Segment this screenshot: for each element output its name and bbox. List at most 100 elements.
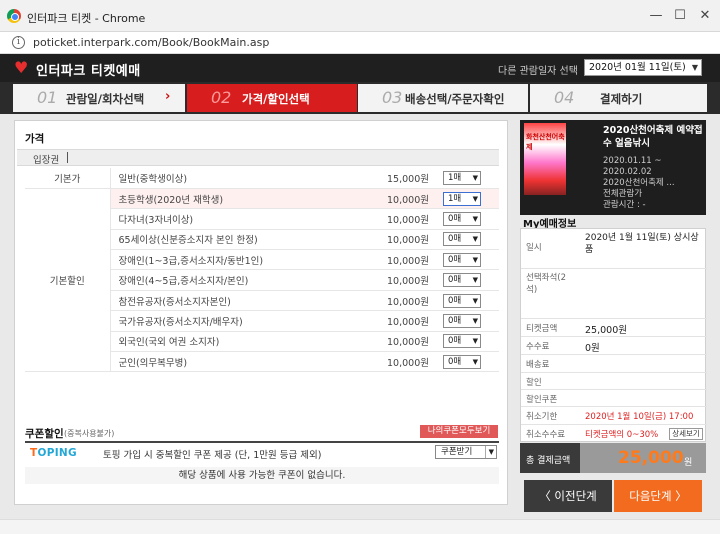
poster-text: 화천산천어축제 bbox=[526, 133, 565, 151]
maximize-button[interactable]: ☐ bbox=[668, 6, 692, 26]
step-number: 03 bbox=[382, 88, 403, 107]
cancel-fee-value: 티켓금액의 0~30% bbox=[585, 430, 659, 440]
quantity-value: 0매 bbox=[448, 336, 462, 347]
delivery-label: 배송료 bbox=[526, 360, 550, 370]
coupon-box: TOPING 토핑 가입 시 중복할인 쿠폰 제공 (단, 1만원 등급 제외)… bbox=[25, 441, 499, 484]
ticket-price: 10,000원 bbox=[337, 351, 443, 373]
ticket-type-tabbar: 입장권 bbox=[17, 149, 499, 166]
table-row: 기본할인 초등학생(2020년 재학생) 10,000원 1매 ▼ bbox=[25, 188, 499, 373]
booking-steps: 01 관람일/회차선택 › 02 가격/할인선택 03 배송선택/주문자확인 0… bbox=[0, 82, 720, 114]
ticket-price: 15,000원 bbox=[337, 168, 443, 189]
show-runtime: 관람시간 : - bbox=[603, 200, 646, 210]
step-label: 결제하기 bbox=[600, 92, 643, 106]
ticket-price: 10,000원 bbox=[337, 269, 443, 291]
cancel-fee-detail-button[interactable]: 상세보기 bbox=[669, 428, 703, 440]
coupon-title: 쿠폰할인 bbox=[25, 428, 64, 440]
quantity-select[interactable]: 0매 ▼ bbox=[443, 293, 481, 308]
quantity-value: 1매 bbox=[448, 193, 462, 204]
next-step-button[interactable]: 다음단계 〉 bbox=[614, 480, 702, 512]
chevron-down-icon: ▼ bbox=[472, 255, 478, 264]
ticket-price: 10,000원 bbox=[337, 229, 443, 251]
date-select[interactable]: 2020년 01월 11일(토) ▼ bbox=[584, 59, 702, 76]
ticket-name: 장애인(4~5급,증서소지자/본인) bbox=[110, 269, 337, 291]
ticket-name: 군인(의무복무병) bbox=[110, 351, 337, 373]
category-discount: 기본할인 bbox=[25, 188, 111, 373]
discount-row: 할인 bbox=[521, 373, 707, 390]
step-2[interactable]: 02 가격/할인선택 bbox=[187, 84, 357, 112]
quantity-select[interactable]: 0매 ▼ bbox=[443, 334, 481, 349]
coupon-receive-label: 쿠폰받기 bbox=[441, 447, 473, 457]
quantity-select[interactable]: 0매 ▼ bbox=[443, 252, 481, 267]
fee-label: 수수료 bbox=[526, 342, 550, 352]
step-4[interactable]: 04 결제하기 bbox=[530, 84, 707, 112]
quantity-select[interactable]: 1매 ▼ bbox=[443, 170, 481, 185]
step-1[interactable]: 01 관람일/회차선택 › bbox=[13, 84, 185, 112]
close-button[interactable]: ✕ bbox=[693, 6, 717, 26]
minimize-button[interactable]: — bbox=[644, 6, 668, 26]
show-poster[interactable]: 화천산천어축제 bbox=[524, 123, 566, 195]
fee-row: 수수료 0원 bbox=[521, 337, 707, 355]
ticket-price: 10,000원 bbox=[337, 290, 443, 312]
other-date-label: 다른 관람일자 선택 bbox=[498, 66, 578, 77]
show-info: 화천산천어축제 2020산천어축제 예약접수 얼음낚시 2020.01.11 ~… bbox=[520, 120, 706, 215]
chevron-down-icon: ▼ bbox=[472, 296, 478, 305]
window-titlebar: 인터파크 티켓 - Chrome — ☐ ✕ bbox=[0, 0, 720, 32]
ticket-name: 일반(중학생이상) bbox=[110, 168, 337, 189]
total-amount: 25,000 bbox=[618, 448, 684, 468]
ticket-name: 국가유공자(증서소지자/배우자) bbox=[110, 310, 337, 332]
delivery-row: 배송료 bbox=[521, 355, 707, 373]
toping-logo: TOPING bbox=[30, 447, 77, 459]
tab-admission[interactable]: 입장권 bbox=[33, 152, 59, 166]
window-title: 인터파크 티켓 - Chrome bbox=[27, 12, 146, 25]
bottom-strip bbox=[0, 519, 720, 534]
booking-date-label: 일시 bbox=[526, 243, 542, 253]
quantity-select[interactable]: 0매 ▼ bbox=[443, 211, 481, 226]
ticket-amount-value: 25,000원 bbox=[585, 325, 627, 336]
brand-title: 인터파크 티켓예매 bbox=[36, 64, 141, 79]
step-label: 배송선택/주문자확인 bbox=[405, 92, 505, 106]
quantity-value: 1매 bbox=[448, 172, 462, 183]
show-rating: 전체관람가 bbox=[603, 189, 643, 199]
category-base: 기본가 bbox=[25, 168, 111, 189]
quantity-value: 0매 bbox=[448, 356, 462, 367]
price-table: 기본가 일반(중학생이상) 15,000원 1매 ▼ 기본할인 초등학생(2020… bbox=[25, 168, 499, 373]
no-coupon-message: 해당 상품에 사용 가능한 쿠폰이 없습니다. bbox=[25, 467, 499, 484]
show-venue: 2020산천어축제 ... bbox=[603, 178, 675, 188]
my-coupons-button[interactable]: 나의쿠폰모두보기 bbox=[420, 425, 498, 438]
ticket-price: 10,000원 bbox=[337, 249, 443, 271]
show-period-start: 2020.01.11 ~ bbox=[603, 156, 662, 166]
ticket-name: 외국인(국외 여권 소지자) bbox=[110, 331, 337, 353]
quantity-select[interactable]: 1매 ▼ bbox=[443, 191, 481, 206]
url-text[interactable]: poticket.interpark.com/Book/BookMain.asp bbox=[33, 36, 269, 49]
coupon-receive-select[interactable]: 쿠폰받기 ▼ bbox=[435, 445, 497, 459]
fee-value: 0원 bbox=[585, 343, 600, 354]
prev-step-button[interactable]: 〈 이전단계 bbox=[524, 480, 612, 512]
seat-label: 선택좌석(2석) bbox=[526, 273, 567, 295]
info-icon[interactable]: i bbox=[12, 36, 25, 49]
my-booking-info: 일시 2020년 1월 11일(토) 상시상품 선택좌석(2석) 티켓금액 25… bbox=[520, 228, 707, 442]
quantity-select[interactable]: 0매 ▼ bbox=[443, 313, 481, 328]
step-label: 가격/할인선택 bbox=[242, 92, 310, 106]
quantity-select[interactable]: 0매 ▼ bbox=[443, 354, 481, 369]
booking-date-row: 일시 2020년 1월 11일(토) 상시상품 bbox=[521, 229, 707, 269]
step-number: 02 bbox=[211, 88, 232, 107]
heart-logo-icon: ♥ bbox=[14, 58, 29, 77]
ticket-price: 10,000원 bbox=[337, 188, 443, 210]
quantity-value: 0매 bbox=[448, 275, 462, 286]
chrome-logo-icon bbox=[7, 9, 21, 23]
discount-label: 할인 bbox=[526, 378, 542, 388]
address-bar[interactable]: i poticket.interpark.com/Book/BookMain.a… bbox=[0, 32, 720, 54]
step-3[interactable]: 03 배송선택/주문자확인 bbox=[358, 84, 528, 112]
chevron-right-icon: › bbox=[165, 89, 171, 104]
step-number: 01 bbox=[37, 88, 58, 107]
chevron-down-icon: ▼ bbox=[472, 235, 478, 244]
price-section-title: 가격 bbox=[25, 133, 45, 145]
date-select-value: 2020년 01월 11일(토) bbox=[589, 62, 686, 73]
seat-row: 선택좌석(2석) bbox=[521, 269, 707, 319]
quantity-select[interactable]: 0매 ▼ bbox=[443, 273, 481, 288]
coupon-discount-label: 할인쿠폰 bbox=[526, 395, 558, 405]
step-label: 관람일/회차선택 bbox=[66, 92, 145, 106]
quantity-select[interactable]: 0매 ▼ bbox=[443, 232, 481, 247]
chevron-down-icon: ▼ bbox=[484, 446, 494, 458]
ticket-name: 65세이상(신분증소지자 본인 한정) bbox=[110, 229, 337, 251]
